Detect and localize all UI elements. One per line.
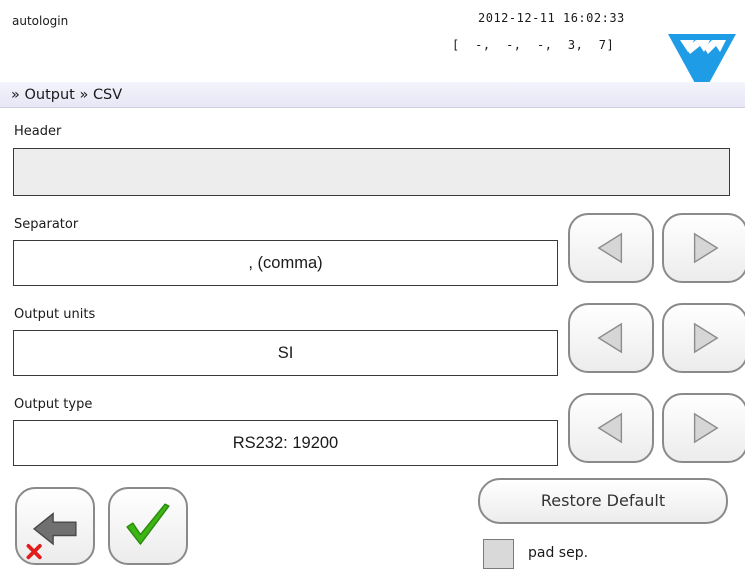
separator-prev-button[interactable] [568,213,654,283]
check-icon [126,503,170,545]
output-units-field[interactable]: SI [13,330,558,376]
logged-in-user: autologin [12,14,69,28]
status-bar: autologin 2012-12-11 16:02:33 [ -, -, -,… [0,0,745,96]
csv-output-settings-screen: autologin 2012-12-11 16:02:33 [ -, -, -,… [0,0,745,574]
output-units-prev-button[interactable] [568,303,654,373]
left-arrow-icon [597,322,623,354]
restore-default-button[interactable]: Restore Default [478,478,728,524]
back-cancel-button[interactable] [15,487,95,565]
pad-sep-checkbox[interactable] [483,539,514,569]
back-cancel-icon [26,512,77,560]
left-arrow-icon [597,232,623,264]
output-type-prev-button[interactable] [568,393,654,463]
output-units-next-button[interactable] [662,303,745,373]
date-time: 2012-12-11 16:02:33 [478,11,625,25]
confirm-button[interactable] [108,487,188,565]
output-type-field[interactable]: RS232: 19200 [13,420,558,466]
right-arrow-icon [693,232,719,264]
right-arrow-icon [693,412,719,444]
output-type-next-button[interactable] [662,393,745,463]
header-label: Header [14,124,62,139]
header-field[interactable] [13,148,730,196]
output-type-label: Output type [14,397,93,412]
separator-field[interactable]: , (comma) [13,240,558,286]
right-arrow-icon [693,322,719,354]
output-units-label: Output units [14,307,96,322]
left-arrow-icon [597,412,623,444]
breadcrumb: » Output » CSV [0,82,745,108]
pad-sep-label: pad sep. [528,545,589,561]
status-counters: [ -, -, -, 3, 7] [452,38,615,52]
separator-label: Separator [14,217,79,232]
separator-next-button[interactable] [662,213,745,283]
